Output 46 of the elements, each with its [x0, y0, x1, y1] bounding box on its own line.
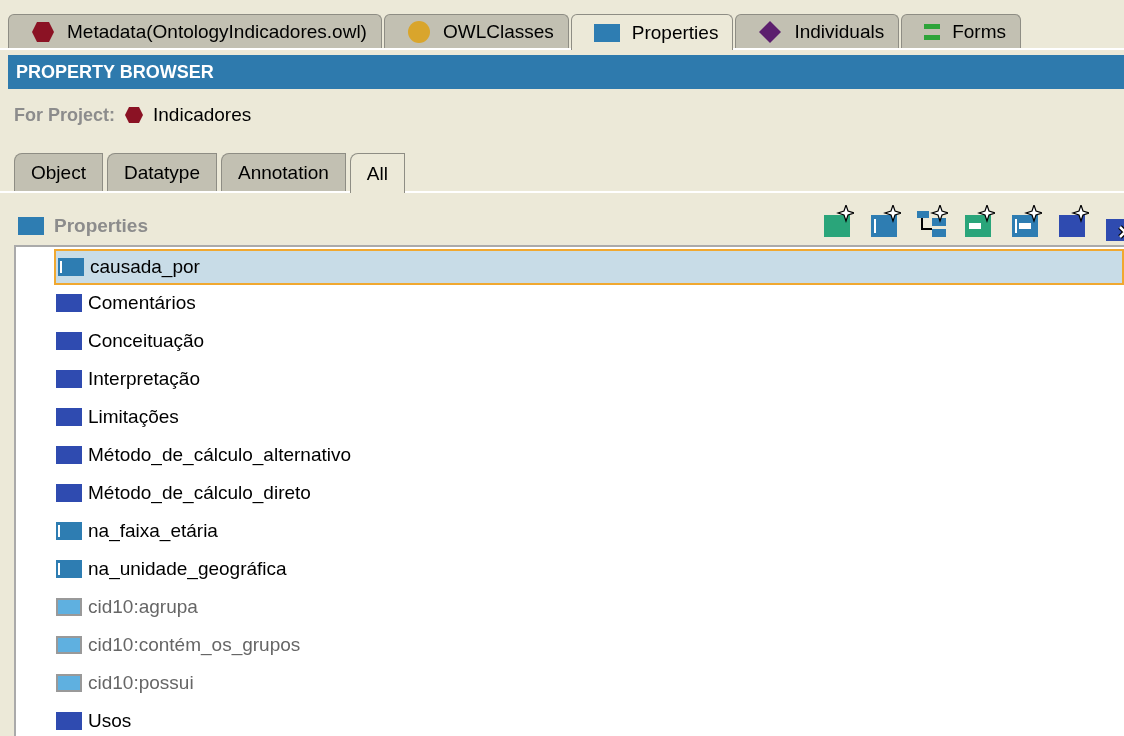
tab[interactable]: All [349, 153, 405, 193]
panel-header: PROPERTY BROWSER [8, 55, 1124, 89]
annotation-property-icon [56, 370, 82, 388]
tree-item[interactable]: causada_por [54, 249, 1124, 285]
imported-property-icon [56, 674, 82, 692]
object-property-icon [56, 522, 82, 540]
circle-icon [406, 19, 431, 44]
tree-item[interactable]: Conceituação [54, 323, 1124, 359]
tree-item[interactable]: Limitações [54, 399, 1124, 435]
hexagon-icon [31, 20, 55, 43]
project-name: Indicadores [153, 104, 252, 126]
tree-item[interactable]: Comentários [54, 285, 1124, 321]
imported-property-icon [56, 598, 82, 616]
tree-item[interactable]: Interpretação [54, 361, 1124, 397]
project-label: For Project: [14, 104, 115, 126]
annotation-property-icon [56, 332, 82, 350]
tab[interactable]: OWLClasses [383, 14, 569, 48]
annotation-property-icon [56, 484, 82, 502]
tree-item[interactable]: cid10:possui [54, 665, 1124, 701]
tab[interactable]: Metadata(OntologyIndicadores.owl) [8, 14, 382, 48]
tree-item[interactable]: Método_de_cálculo_direto [54, 475, 1124, 511]
property-icon [18, 217, 44, 235]
tab[interactable]: Properties [570, 14, 734, 50]
property-icon [593, 23, 620, 42]
annotation-property-icon [56, 294, 82, 312]
object-property-icon [58, 258, 84, 276]
tree-item[interactable]: Usos [54, 703, 1124, 736]
diamond-icon [758, 19, 783, 44]
form-icon [924, 22, 941, 41]
tree-item[interactable]: na_unidade_geográfica [54, 551, 1124, 587]
tab[interactable]: Individuals [735, 14, 900, 48]
tree-item[interactable]: na_faixa_etária [54, 513, 1124, 549]
section-title: Properties [54, 215, 148, 237]
imported-property-icon [56, 636, 82, 654]
tree-item[interactable]: cid10:agrupa [54, 589, 1124, 625]
annotation-property-icon [56, 446, 82, 464]
tab[interactable]: Datatype [106, 153, 217, 191]
tab[interactable]: Object [14, 153, 103, 191]
tab[interactable]: Forms [901, 14, 1021, 48]
object-property-icon [56, 560, 82, 578]
annotation-property-icon [56, 712, 82, 730]
tab[interactable]: Annotation [220, 153, 346, 191]
annotation-property-icon [56, 408, 82, 426]
hexagon-icon [125, 107, 143, 123]
tree-item[interactable]: cid10:contém_os_grupos [54, 627, 1124, 663]
tree-item[interactable]: Método_de_cálculo_alternativo [54, 437, 1124, 473]
